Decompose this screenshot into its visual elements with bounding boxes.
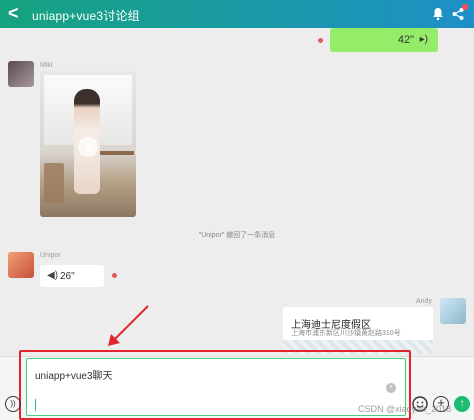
voice-input-button[interactable]: )) bbox=[5, 396, 21, 412]
video-message[interactable] bbox=[40, 71, 136, 217]
location-address: 上海市浦东新区川沙镇黄赵路310号 bbox=[291, 330, 401, 337]
voice-duration: 42" bbox=[397, 34, 414, 46]
sender-name: Andy bbox=[416, 298, 432, 305]
message-list[interactable]: 42" ▸) Miki "Unipor" 撤回了一条消息 Unipor ◀) 2… bbox=[0, 28, 474, 356]
photo-chair bbox=[44, 163, 64, 203]
chat-header: < uniapp+vue3讨论组 bbox=[0, 0, 474, 28]
chat-title: uniapp+vue3讨论组 bbox=[32, 9, 140, 23]
avatar-miki[interactable] bbox=[8, 61, 34, 87]
self-voice-bubble[interactable]: 42" ▸) bbox=[330, 28, 438, 52]
sender-name: Unipor bbox=[40, 252, 61, 259]
avatar-andy[interactable] bbox=[440, 298, 466, 324]
voice-duration: 26" bbox=[60, 271, 75, 282]
speaker-icon: ◀) bbox=[47, 270, 59, 281]
highlight-box bbox=[19, 350, 411, 420]
play-icon[interactable] bbox=[78, 137, 98, 157]
location-card[interactable]: 上海迪士尼度假区 上海市浦东新区川沙镇黄赵路310号 bbox=[283, 307, 433, 354]
voice-bubble[interactable]: ◀) 26" bbox=[40, 265, 104, 287]
unread-dot bbox=[112, 273, 117, 278]
annotation-arrow bbox=[108, 305, 149, 346]
send-button[interactable]: ↑ bbox=[454, 396, 470, 412]
photo-table bbox=[100, 151, 134, 155]
watermark: CSDN @xiaoyan_2018 bbox=[358, 404, 452, 414]
avatar-unipor[interactable] bbox=[8, 252, 34, 278]
unread-dot bbox=[318, 38, 323, 43]
sender-name: Miki bbox=[40, 62, 53, 69]
voice-wave-icon: ▸) bbox=[419, 34, 428, 45]
notification-dot bbox=[462, 4, 468, 10]
system-notice: "Unipor" 撤回了一条消息 bbox=[198, 232, 276, 239]
bell-icon[interactable] bbox=[430, 6, 446, 22]
back-icon[interactable]: < bbox=[8, 4, 19, 22]
